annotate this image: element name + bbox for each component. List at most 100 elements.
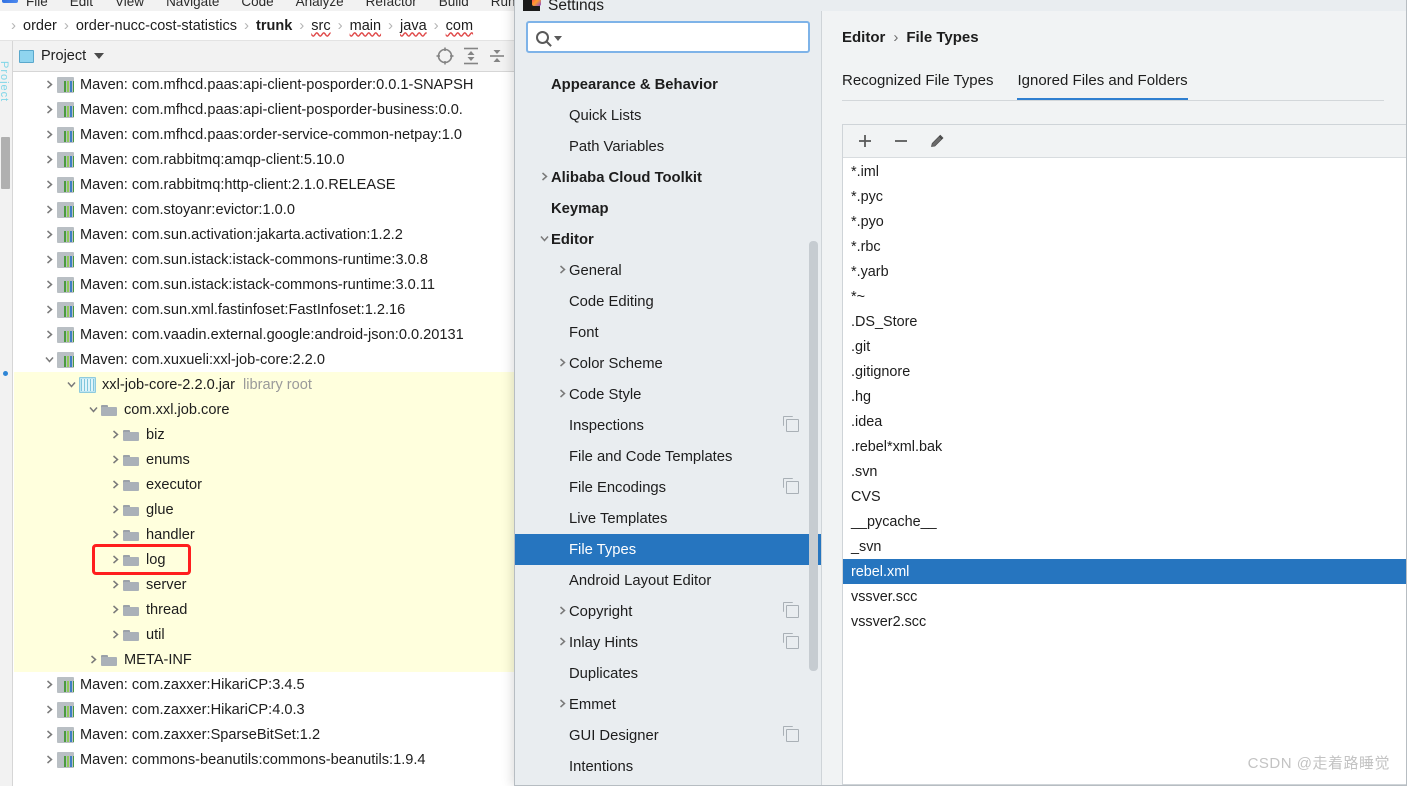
chevron-right-icon[interactable] [42, 79, 57, 90]
breadcrumb-item-editor[interactable]: Editor [842, 29, 885, 46]
ignored-file-row[interactable]: *.pyo [843, 209, 1406, 234]
tree-row[interactable]: handler [14, 522, 514, 547]
ignored-file-row[interactable]: vssver.scc [843, 584, 1406, 609]
project-tree[interactable]: Maven: com.mfhcd.paas:api-client-pospord… [14, 72, 514, 786]
tree-row[interactable]: META-INF [14, 647, 514, 672]
breadcrumb-item-main[interactable]: main [348, 18, 383, 34]
ignored-file-row[interactable]: *.yarb [843, 259, 1406, 284]
settings-nav-item-path-variables[interactable]: Path Variables [515, 131, 821, 162]
settings-nav-item-file-types[interactable]: File Types [515, 534, 821, 565]
settings-nav-item-keymap[interactable]: Keymap [515, 193, 821, 224]
tree-row[interactable]: util [14, 622, 514, 647]
tree-row[interactable]: Maven: com.sun.istack:istack-commons-run… [14, 247, 514, 272]
ignored-file-row[interactable]: .hg [843, 384, 1406, 409]
ignored-file-row[interactable]: .idea [843, 409, 1406, 434]
chevron-right-icon[interactable] [42, 729, 57, 740]
ignored-file-row[interactable]: _svn [843, 534, 1406, 559]
chevron-right-icon[interactable] [42, 179, 57, 190]
tree-row[interactable]: thread [14, 597, 514, 622]
chevron-right-icon[interactable] [108, 554, 123, 565]
tree-row[interactable]: enums [14, 447, 514, 472]
chevron-right-icon[interactable] [86, 654, 101, 665]
tree-row[interactable]: Maven: com.zaxxer:SparseBitSet:1.2 [14, 722, 514, 747]
settings-nav-item-font[interactable]: Font [515, 317, 821, 348]
breadcrumb-item-src[interactable]: src [309, 18, 332, 34]
tree-row[interactable]: Maven: com.mfhcd.paas:api-client-pospord… [14, 72, 514, 97]
breadcrumb-item-order[interactable]: order [21, 18, 59, 34]
tree-row[interactable]: Maven: com.sun.activation:jakarta.activa… [14, 222, 514, 247]
tree-row[interactable]: Maven: commons-beanutils:commons-beanuti… [14, 747, 514, 772]
edit-pencil-icon[interactable] [927, 131, 947, 151]
breadcrumb-item-com[interactable]: com [444, 18, 475, 34]
tree-row[interactable]: Maven: com.xuxueli:xxl-job-core:2.2.0 [14, 347, 514, 372]
settings-nav-item-gui-designer[interactable]: GUI Designer [515, 720, 821, 751]
tree-row[interactable]: xxl-job-core-2.2.0.jar library root [14, 372, 514, 397]
chevron-right-icon[interactable] [555, 388, 569, 402]
ignored-file-row[interactable]: .git [843, 334, 1406, 359]
ignored-file-row[interactable]: CVS [843, 484, 1406, 509]
chevron-right-icon[interactable] [42, 129, 57, 140]
chevron-right-icon[interactable] [42, 279, 57, 290]
settings-nav-item-emmet[interactable]: Emmet [515, 689, 821, 720]
chevron-right-icon[interactable] [108, 504, 123, 515]
breadcrumb-item-java[interactable]: java [398, 18, 429, 34]
tree-row[interactable]: Maven: com.zaxxer:HikariCP:3.4.5 [14, 672, 514, 697]
chevron-right-icon[interactable] [555, 264, 569, 278]
tool-strip-grip[interactable] [1, 137, 10, 189]
chevron-right-icon[interactable] [108, 629, 123, 640]
chevron-down-icon[interactable] [94, 53, 105, 59]
tab-ignored-files-and-folders[interactable]: Ignored Files and Folders [1017, 72, 1188, 101]
ignored-file-row[interactable]: .svn [843, 459, 1406, 484]
chevron-right-icon[interactable] [555, 636, 569, 650]
chevron-right-icon[interactable] [42, 104, 57, 115]
collapse-all-icon[interactable] [486, 45, 508, 67]
search-input[interactable] [562, 29, 800, 45]
ignored-file-row[interactable]: .gitignore [843, 359, 1406, 384]
ignored-files-toolbar[interactable] [843, 125, 1406, 158]
menu-item-edit[interactable]: Edit [70, 0, 93, 9]
settings-nav-item-color-scheme[interactable]: Color Scheme [515, 348, 821, 379]
chevron-down-icon[interactable] [64, 380, 79, 389]
chevron-right-icon[interactable] [42, 254, 57, 265]
chevron-right-icon[interactable] [108, 429, 123, 440]
tree-row[interactable]: glue [14, 497, 514, 522]
expand-all-icon[interactable] [460, 45, 482, 67]
menu-item-file[interactable]: File [26, 0, 48, 9]
ignored-file-row[interactable]: *.pyc [843, 184, 1406, 209]
ignored-file-row[interactable]: *~ [843, 284, 1406, 309]
chevron-right-icon[interactable] [555, 357, 569, 371]
menu-item-navigate[interactable]: Navigate [166, 0, 219, 9]
settings-nav-item-alibaba-cloud-toolkit[interactable]: Alibaba Cloud Toolkit [515, 162, 821, 193]
file-types-tabs[interactable]: Recognized File Types Ignored Files and … [842, 72, 1406, 101]
remove-icon[interactable] [891, 131, 911, 151]
tree-row[interactable]: Maven: com.sun.istack:istack-commons-run… [14, 272, 514, 297]
settings-nav-item-copyright[interactable]: Copyright [515, 596, 821, 627]
settings-nav-item-code-style[interactable]: Code Style [515, 379, 821, 410]
chevron-down-icon[interactable] [86, 405, 101, 414]
settings-nav-item-quick-lists[interactable]: Quick Lists [515, 100, 821, 131]
add-icon[interactable] [855, 131, 875, 151]
tree-row[interactable]: Maven: com.stoyanr:evictor:1.0.0 [14, 197, 514, 222]
chevron-right-icon[interactable] [108, 604, 123, 615]
settings-nav-item-file-and-code-templates[interactable]: File and Code Templates [515, 441, 821, 472]
ignored-file-row[interactable]: rebel.xml [843, 559, 1406, 584]
tree-row[interactable]: server [14, 572, 514, 597]
tree-row[interactable]: Maven: com.rabbitmq:http-client:2.1.0.RE… [14, 172, 514, 197]
tree-row[interactable]: biz [14, 422, 514, 447]
tree-row[interactable]: log [14, 547, 514, 572]
settings-nav-item-android-layout-editor[interactable]: Android Layout Editor [515, 565, 821, 596]
tree-row[interactable]: Maven: com.rabbitmq:amqp-client:5.10.0 [14, 147, 514, 172]
settings-nav-list[interactable]: Appearance & Behavior Quick Lists Path Var… [515, 69, 821, 785]
tree-row[interactable]: com.xxl.job.core [14, 397, 514, 422]
tree-row[interactable]: Maven: com.mfhcd.paas:api-client-pospord… [14, 97, 514, 122]
chevron-down-icon[interactable] [554, 36, 562, 41]
settings-nav-item-duplicates[interactable]: Duplicates [515, 658, 821, 689]
tree-row[interactable]: Maven: com.zaxxer:HikariCP:4.0.3 [14, 697, 514, 722]
breadcrumb-item-order-nucc-cost-statistics[interactable]: order-nucc-cost-statistics [74, 18, 239, 34]
chevron-right-icon[interactable] [108, 454, 123, 465]
chevron-right-icon[interactable] [555, 698, 569, 712]
tree-row[interactable]: Maven: com.sun.xml.fastinfoset:FastInfos… [14, 297, 514, 322]
chevron-right-icon[interactable] [537, 171, 551, 185]
ignored-file-row[interactable]: .rebel*xml.bak [843, 434, 1406, 459]
settings-nav-item-general[interactable]: General [515, 255, 821, 286]
